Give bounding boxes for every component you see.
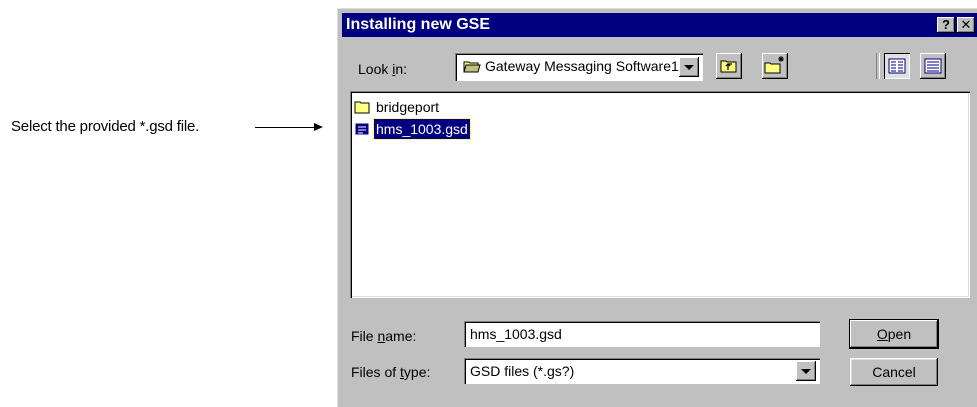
close-button[interactable]: ✕	[957, 17, 975, 33]
look-in-value: Gateway Messaging Software1.6	[485, 58, 691, 74]
list-item-label: hms_1003.gsd	[373, 118, 471, 140]
dialog-titlebar[interactable]: Installing new GSE ? ✕	[342, 13, 977, 37]
look-in-dropdown[interactable]: Gateway Messaging Software1.6	[455, 53, 703, 81]
details-view-button[interactable]	[920, 53, 946, 79]
gsd-file-icon	[354, 122, 370, 136]
list-view-button[interactable]	[884, 53, 910, 79]
list-item-label: bridgeport	[376, 99, 440, 115]
open-folder-icon	[463, 61, 481, 73]
file-name-input[interactable]: hms_1003.gsd	[464, 321, 820, 347]
file-open-dialog: Installing new GSE ? ✕ Look in: Gateway …	[337, 8, 977, 407]
look-in-label: Look in:	[358, 61, 408, 77]
details-view-icon	[924, 58, 942, 74]
up-one-level-button[interactable]	[716, 53, 742, 79]
chevron-down-icon[interactable]	[679, 57, 699, 77]
help-button[interactable]: ?	[937, 17, 955, 33]
cancel-button[interactable]: Cancel	[850, 358, 938, 386]
create-new-folder-button[interactable]	[762, 53, 788, 79]
files-of-type-label: Files of type:	[351, 364, 431, 380]
file-name-label: File name:	[351, 328, 417, 344]
new-folder-icon	[764, 56, 784, 74]
folder-icon	[354, 101, 370, 114]
toolbar-separator	[876, 53, 880, 79]
list-view-icon	[888, 58, 906, 74]
annotation-arrow-line	[255, 127, 317, 128]
files-of-type-value: GSD files (*.gs?)	[470, 363, 575, 379]
files-of-type-dropdown[interactable]: GSD files (*.gs?)	[464, 358, 820, 384]
dialog-title: Installing new GSE	[346, 16, 491, 33]
up-folder-icon	[720, 60, 737, 73]
file-list[interactable]: bridgeport hms_1003.gsd	[350, 91, 970, 298]
chevron-down-icon[interactable]	[796, 361, 816, 381]
open-button[interactable]: Open	[850, 320, 938, 348]
annotation-arrow-head	[314, 123, 323, 131]
annotation-text: Select the provided *.gsd file.	[11, 118, 200, 135]
